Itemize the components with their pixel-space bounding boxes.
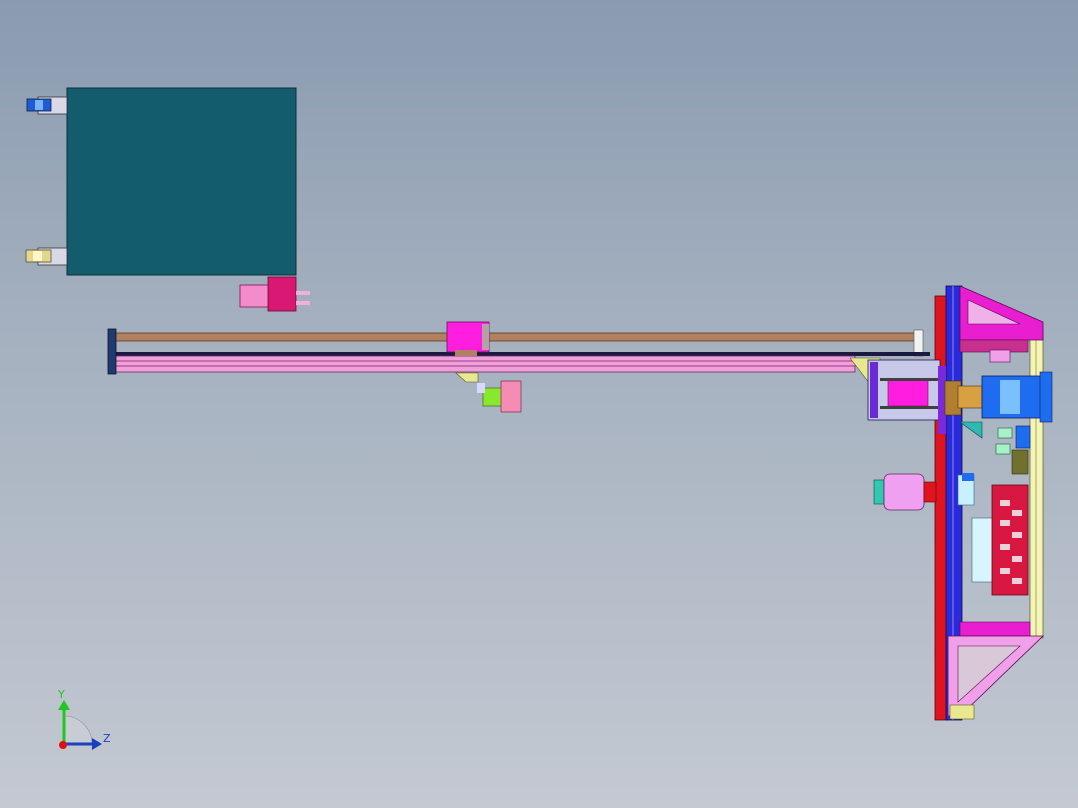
triad-y-label: Y [58,688,65,701]
terminal-5 [1000,544,1010,550]
valve-block[interactable] [1011,449,1029,475]
triad-x-dot [59,741,67,749]
carriage-side [482,324,489,350]
tank-assembly[interactable] [25,87,310,312]
sensor-mount [477,383,485,393]
sensor-bracket[interactable] [455,372,479,383]
side-motor-shaft [923,481,937,503]
base-foot [949,704,975,720]
rail-top-bar [110,352,930,356]
top-right-fitting [989,349,1011,363]
terminal-2 [1012,510,1022,516]
triad-z-label: Z [103,732,111,745]
terminal-6 [1012,556,1022,562]
terminal-7 [1000,568,1010,574]
drive-rod-bottom [880,406,938,409]
terminal-3 [1000,520,1010,526]
coordinate-triad [58,700,102,750]
cad-viewport[interactable]: Y Z [0,0,1078,808]
shaft-brass [957,385,983,409]
valve-blue [1015,425,1031,449]
clamp-wedge [959,421,983,439]
linear-axis[interactable] [107,321,930,413]
connector-green-2[interactable] [995,443,1011,455]
drive-rod-top [880,378,938,381]
tank-body[interactable] [66,87,297,276]
gusset-bottom-cutout [957,645,1021,703]
rail-left-cap [107,328,117,375]
small-box-blue [962,473,974,481]
carriage-foot [455,350,477,356]
terminal-1 [1000,500,1010,506]
triad-quadrant [63,715,93,745]
drive-housing-frame [870,362,878,418]
assembly-view[interactable] [0,0,1078,808]
side-motor-body[interactable] [883,473,925,511]
rail-profile[interactable] [109,355,856,373]
bottom-plate [959,621,1031,637]
sensor-body-pink[interactable] [500,380,522,413]
pump-head[interactable] [267,276,297,312]
triad-z-arrow [92,738,102,750]
side-motor-flange [873,479,885,505]
connector-green-1[interactable] [997,427,1013,439]
pump-port-bottom [296,301,310,305]
guide-rod[interactable] [112,332,919,342]
wheel-bottom-hub [33,251,42,261]
terminal-8 [1012,578,1022,584]
wheel-top-hub [35,100,43,110]
terminal-4 [1012,532,1022,538]
pump-motor[interactable] [239,284,271,308]
side-motor[interactable] [873,473,937,511]
drive-motor[interactable] [887,379,929,407]
pump-port-top [296,291,310,295]
servo-motor-highlight [1000,380,1020,414]
servo-motor-end [1039,371,1053,423]
triad-y-arrow [58,700,70,710]
